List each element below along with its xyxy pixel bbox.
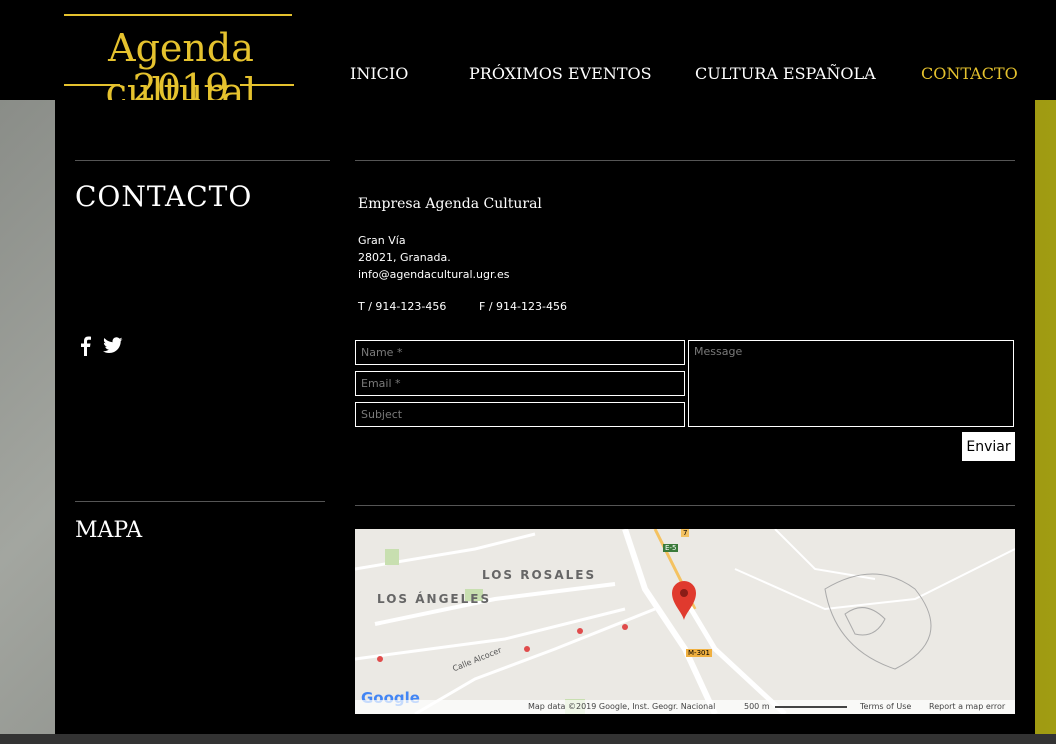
send-button[interactable]: Enviar <box>962 432 1015 461</box>
divider-left-map <box>75 501 325 502</box>
address-city: 28021, Granada. <box>358 251 451 264</box>
nav-item-proximos-eventos[interactable]: PRÓXIMOS EVENTOS <box>469 64 652 83</box>
nav-item-contacto[interactable]: CONTACTO <box>921 64 1018 83</box>
name-input[interactable] <box>355 340 685 365</box>
logo-top-rule <box>64 14 292 16</box>
message-textarea[interactable] <box>688 340 1014 427</box>
subject-input[interactable] <box>355 402 685 427</box>
social-links <box>77 336 123 356</box>
twitter-icon[interactable] <box>103 336 123 356</box>
bottom-strip <box>0 734 1056 744</box>
email-input[interactable] <box>355 371 685 396</box>
map-scale-bar <box>775 706 847 708</box>
contact-phone: T / 914-123-456 <box>358 300 447 313</box>
map-label-road-7: 7 <box>681 529 690 537</box>
page-title: CONTACTO <box>75 180 253 213</box>
contact-email[interactable]: info@agendacultural.ugr.es <box>358 268 509 281</box>
divider-right-map <box>355 505 1015 506</box>
map-scale: 500 m <box>744 702 770 711</box>
map-terms-link[interactable]: Terms of Use <box>860 702 911 711</box>
map-label-e5: E-5 <box>663 544 679 552</box>
facebook-icon[interactable] <box>77 336 95 356</box>
map-streets <box>355 529 1015 714</box>
address-street: Gran Vía <box>358 234 406 247</box>
divider-right-top <box>355 160 1015 161</box>
map-attribution-bar: Map data ©2019 Google, Inst. Geogr. Naci… <box>355 700 1015 714</box>
site-logo[interactable]: Agenda cultural 2019 <box>40 14 322 114</box>
divider-left-top <box>75 160 330 161</box>
contact-fax: F / 914-123-456 <box>479 300 567 313</box>
map-pin-icon[interactable] <box>671 580 697 620</box>
map-heading: MAPA <box>75 518 143 543</box>
nav-item-cultura-espanola[interactable]: CULTURA ESPAÑOLA <box>695 64 876 83</box>
google-map[interactable]: LOS ROSALES LOS ÁNGELES Calle Alcocer E-… <box>355 529 1015 714</box>
map-report-link[interactable]: Report a map error <box>929 702 1005 711</box>
map-label-rosales: LOS ROSALES <box>482 568 597 582</box>
map-attribution: Map data ©2019 Google, Inst. Geogr. Naci… <box>528 702 716 711</box>
company-name: Empresa Agenda Cultural <box>358 196 542 212</box>
map-label-m301: M-301 <box>686 649 712 657</box>
nav-item-inicio[interactable]: INICIO <box>350 64 408 83</box>
site-header: Agenda cultural 2019 INICIO PRÓXIMOS EVE… <box>0 0 1056 114</box>
map-label-angeles: LOS ÁNGELES <box>377 592 492 606</box>
main-nav: INICIO PRÓXIMOS EVENTOS CULTURA ESPAÑOLA… <box>0 64 1056 86</box>
